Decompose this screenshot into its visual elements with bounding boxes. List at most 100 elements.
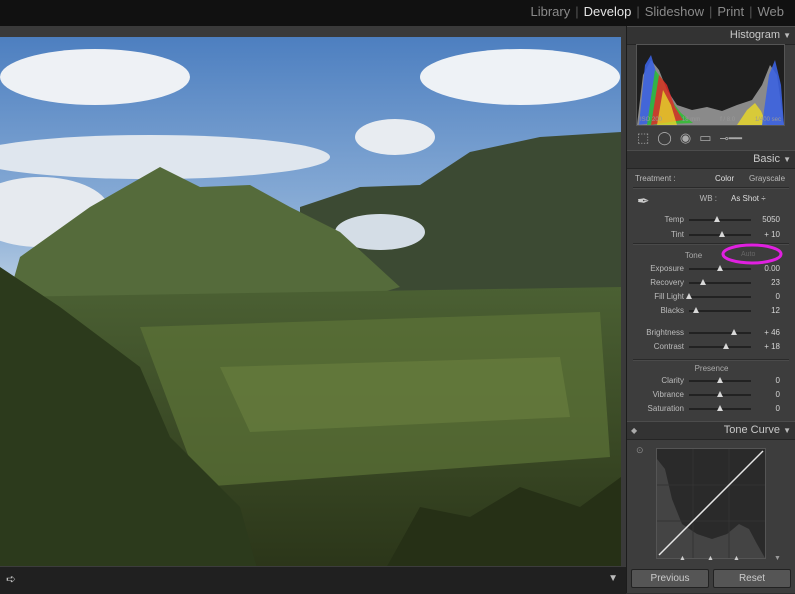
collapse-triangle-icon[interactable]: ▼ <box>783 27 791 44</box>
blacks-row: Blacks 12 <box>627 304 795 318</box>
saturation-value[interactable]: 0 <box>776 404 780 413</box>
blacks-value[interactable]: 12 <box>771 306 780 315</box>
target-adjust-icon[interactable]: ◆ <box>631 422 637 439</box>
temp-row: Temp 5050 <box>627 213 795 227</box>
blacks-slider-knob[interactable] <box>693 307 700 313</box>
tone-curve-header[interactable]: ◆ Tone Curve ▼ <box>627 421 795 440</box>
treatment-color[interactable]: Color <box>715 174 734 183</box>
histogram-graph <box>637 55 784 125</box>
divider <box>633 359 789 361</box>
exif-focal: 18 mm <box>681 117 701 123</box>
contrast-slider-knob[interactable] <box>722 343 729 349</box>
vibrance-row: Vibrance 0 <box>627 388 795 402</box>
develop-right-panel: Histogram ▼ ISO 200 18 mm f / 8.0 1/400 … <box>626 26 795 593</box>
brightness-row: Brightness + 46 <box>627 326 795 340</box>
graduated-filter-icon[interactable]: ▭ <box>699 130 711 146</box>
split-handle-icon[interactable]: ▲ <box>733 555 740 562</box>
brightness-slider[interactable] <box>689 329 751 335</box>
module-slideshow[interactable]: Slideshow <box>642 4 707 19</box>
fill-light-row: Fill Light 0 <box>627 290 795 304</box>
contrast-value[interactable]: + 18 <box>764 342 780 351</box>
module-library[interactable]: Library <box>527 4 573 19</box>
clarity-slider-knob[interactable] <box>717 377 723 383</box>
red-eye-icon[interactable]: ◉ <box>680 130 691 146</box>
temp-value[interactable]: 5050 <box>762 215 780 224</box>
crop-overlay-icon[interactable]: ⬚ <box>637 130 649 146</box>
vibrance-slider[interactable] <box>689 391 751 397</box>
brightness-slider-knob[interactable] <box>731 329 738 335</box>
module-picker: Library | Develop | Slideshow | Print | Web <box>527 4 787 19</box>
fill-light-label: Fill Light <box>654 292 684 301</box>
blacks-slider[interactable] <box>689 307 751 313</box>
clarity-value[interactable]: 0 <box>776 376 780 385</box>
treatment-label: Treatment : <box>635 174 676 183</box>
split-handle-icon[interactable]: ▲ <box>679 555 686 562</box>
exposure-slider-knob[interactable] <box>717 265 723 271</box>
tone-curve-graph[interactable] <box>656 448 766 559</box>
saturation-slider-knob[interactable] <box>717 405 723 411</box>
clarity-slider[interactable] <box>689 377 751 383</box>
photo-preview[interactable] <box>0 37 621 579</box>
module-separator: | <box>575 4 579 19</box>
go-arrow-icon[interactable]: ➪ <box>6 572 16 586</box>
fill-light-slider[interactable] <box>686 293 751 299</box>
chevron-down-icon[interactable]: ▼ <box>774 555 781 562</box>
exif-info: ISO 200 18 mm f / 8.0 1/400 sec <box>637 117 784 123</box>
recovery-row: Recovery 23 <box>627 276 795 290</box>
fill-light-slider-knob[interactable] <box>686 293 692 299</box>
histogram-header[interactable]: Histogram ▼ <box>627 26 795 45</box>
tool-strip: ⬚ ◯ ◉ ▭ ⊸━━ <box>631 127 795 149</box>
contrast-slider[interactable] <box>689 343 751 349</box>
spot-removal-icon[interactable]: ◯ <box>657 130 672 146</box>
adjustment-brush-icon[interactable]: ⊸━━ <box>720 132 742 145</box>
tint-slider[interactable] <box>689 231 751 237</box>
reset-button[interactable]: Reset <box>713 569 791 588</box>
exposure-row: Exposure 0.00 <box>627 262 795 276</box>
basic-header[interactable]: Basic ▼ <box>627 150 795 169</box>
brightness-value[interactable]: + 46 <box>764 328 780 337</box>
filmstrip-bar: ➪ ▼ <box>0 566 626 594</box>
presence-label: Presence <box>694 364 729 373</box>
divider <box>633 187 789 189</box>
saturation-slider[interactable] <box>689 405 751 411</box>
tint-row: Tint + 10 <box>627 228 795 242</box>
clarity-label: Clarity <box>661 376 684 385</box>
temp-slider[interactable] <box>689 216 751 222</box>
exif-aperture: f / 8.0 <box>720 117 736 123</box>
previous-button[interactable]: Previous <box>631 569 709 588</box>
collapse-triangle-icon[interactable]: ▼ <box>783 422 791 439</box>
saturation-label: Saturation <box>647 404 684 413</box>
module-separator: | <box>708 4 713 19</box>
fill-light-value[interactable]: 0 <box>776 292 780 301</box>
module-bar: Library | Develop | Slideshow | Print | Web <box>0 0 795 26</box>
module-separator: | <box>636 4 640 19</box>
module-develop[interactable]: Develop <box>581 4 635 19</box>
recovery-value[interactable]: 23 <box>771 278 780 287</box>
clarity-row: Clarity 0 <box>627 374 795 388</box>
vibrance-slider-knob[interactable] <box>717 391 723 397</box>
split-handle-icon[interactable]: ▲ <box>707 555 714 562</box>
vibrance-value[interactable]: 0 <box>776 390 780 399</box>
tint-slider-knob[interactable] <box>718 231 725 237</box>
saturation-row: Saturation 0 <box>627 402 795 416</box>
brightness-label: Brightness <box>646 328 684 337</box>
contrast-row: Contrast + 18 <box>627 340 795 354</box>
point-curve-target-icon[interactable]: ⊙ <box>636 445 644 456</box>
collapse-triangle-icon[interactable]: ▼ <box>783 151 791 168</box>
exposure-value[interactable]: 0.00 <box>764 264 780 273</box>
tint-value[interactable]: + 10 <box>764 230 780 239</box>
histogram: ISO 200 18 mm f / 8.0 1/400 sec <box>636 44 785 126</box>
temp-slider-knob[interactable] <box>713 216 720 222</box>
module-web[interactable]: Web <box>755 4 788 19</box>
recovery-slider-knob[interactable] <box>700 279 707 285</box>
exif-shutter: 1/400 sec <box>754 117 781 123</box>
module-print[interactable]: Print <box>714 4 747 19</box>
exposure-slider[interactable] <box>689 265 751 271</box>
contrast-label: Contrast <box>653 342 684 351</box>
chevron-down-icon[interactable]: ▼ <box>608 573 618 584</box>
recovery-slider[interactable] <box>689 279 751 285</box>
image-canvas <box>0 26 626 579</box>
treatment-grayscale[interactable]: Grayscale <box>749 174 785 183</box>
wb-select[interactable]: As Shot ÷ <box>731 194 766 203</box>
exposure-label: Exposure <box>650 264 684 273</box>
